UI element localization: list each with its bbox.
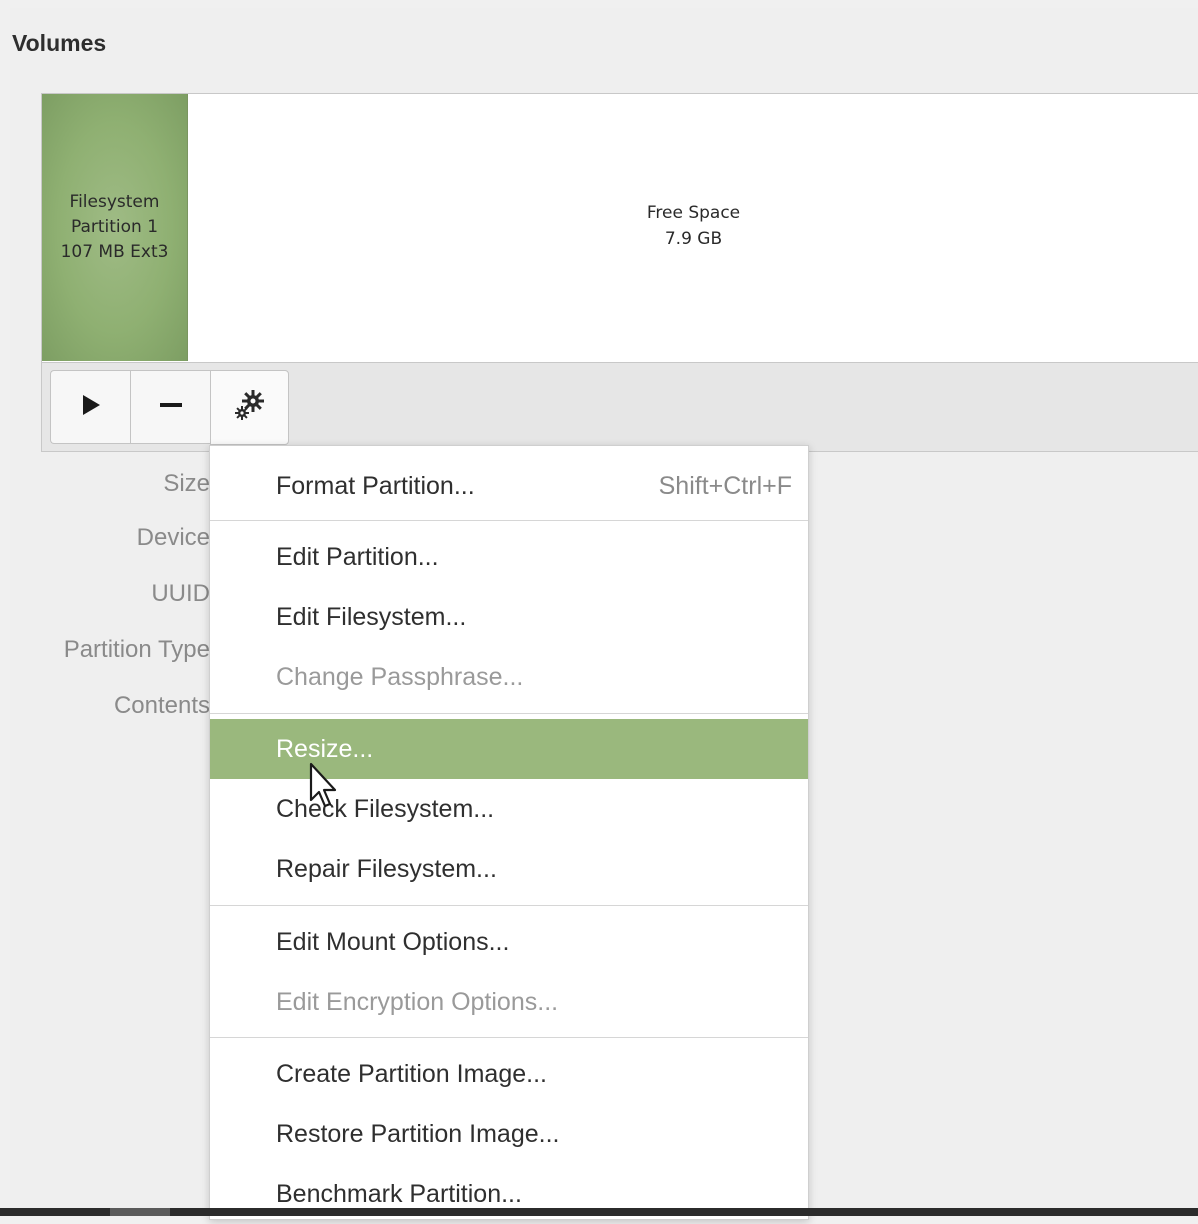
menu-item-edit-encryption-options[interactable]: Edit Encryption Options... bbox=[210, 972, 808, 1032]
desktop-background-highlight bbox=[110, 1208, 170, 1216]
menu-item-label: Edit Filesystem... bbox=[276, 602, 467, 631]
menu-item-label: Resize... bbox=[276, 734, 374, 763]
menu-item-label: Change Passphrase... bbox=[276, 662, 524, 691]
menu-item-label: Repair Filesystem... bbox=[276, 854, 497, 883]
contents-label: Contents bbox=[113, 692, 210, 719]
volume-map: Filesystem Partition 1 107 MB Ext3 Free … bbox=[41, 93, 1198, 452]
menu-item-create-partition-image[interactable]: Create Partition Image... bbox=[210, 1044, 808, 1104]
partition-options-menu: Format Partition... Shift+Ctrl+F Edit Pa… bbox=[209, 445, 809, 1220]
minus-icon bbox=[159, 393, 183, 421]
free-space-label: Free Space 7.9 GB bbox=[646, 203, 741, 249]
partition-1-label: Filesystem Partition 1 107 MB Ext3 bbox=[60, 192, 169, 262]
menu-item-label: Benchmark Partition... bbox=[276, 1179, 522, 1208]
partition-type-label: Partition Type bbox=[63, 636, 210, 663]
menu-item-edit-mount-options[interactable]: Edit Mount Options... bbox=[210, 912, 808, 972]
volumes-heading: Volumes bbox=[12, 30, 107, 56]
menu-item-edit-filesystem[interactable]: Edit Filesystem... bbox=[210, 587, 808, 647]
menu-item-label: Edit Mount Options... bbox=[276, 927, 510, 956]
gears-icon bbox=[231, 387, 269, 429]
device-label: Device bbox=[136, 524, 210, 551]
menu-item-format-partition[interactable]: Format Partition... Shift+Ctrl+F bbox=[210, 456, 808, 516]
menu-separator bbox=[210, 905, 808, 906]
menu-separator bbox=[210, 520, 808, 521]
menu-item-edit-partition[interactable]: Edit Partition... bbox=[210, 527, 808, 587]
partition-1-block[interactable]: Filesystem Partition 1 107 MB Ext3 bbox=[42, 94, 188, 361]
menu-item-change-passphrase[interactable]: Change Passphrase... bbox=[210, 647, 808, 707]
uuid-label: UUID bbox=[151, 580, 210, 607]
play-icon bbox=[79, 393, 103, 421]
menu-item-resize[interactable]: Resize... bbox=[210, 719, 808, 779]
menu-item-check-filesystem[interactable]: Check Filesystem... bbox=[210, 779, 808, 839]
additional-options-button[interactable] bbox=[210, 370, 289, 445]
menu-item-label: Format Partition... bbox=[276, 471, 475, 500]
mouse-pointer-icon bbox=[309, 762, 339, 812]
menu-item-accelerator: Shift+Ctrl+F bbox=[658, 471, 792, 500]
volume-toolbar bbox=[50, 370, 289, 445]
menu-separator bbox=[210, 713, 808, 714]
delete-partition-button[interactable] bbox=[130, 370, 210, 444]
desktop-background-strip bbox=[0, 1208, 1198, 1216]
menu-item-label: Edit Encryption Options... bbox=[276, 987, 559, 1016]
mount-button[interactable] bbox=[50, 370, 130, 444]
menu-item-restore-partition-image[interactable]: Restore Partition Image... bbox=[210, 1104, 808, 1164]
menu-item-label: Create Partition Image... bbox=[276, 1059, 547, 1088]
free-space-block[interactable]: Free Space 7.9 GB bbox=[188, 94, 1198, 361]
menu-item-repair-filesystem[interactable]: Repair Filesystem... bbox=[210, 839, 808, 899]
menu-item-label: Restore Partition Image... bbox=[276, 1119, 560, 1148]
size-label: Size bbox=[163, 470, 210, 497]
partition-bar: Filesystem Partition 1 107 MB Ext3 Free … bbox=[42, 94, 1198, 363]
menu-separator bbox=[210, 1037, 808, 1038]
menu-item-label: Edit Partition... bbox=[276, 542, 439, 571]
